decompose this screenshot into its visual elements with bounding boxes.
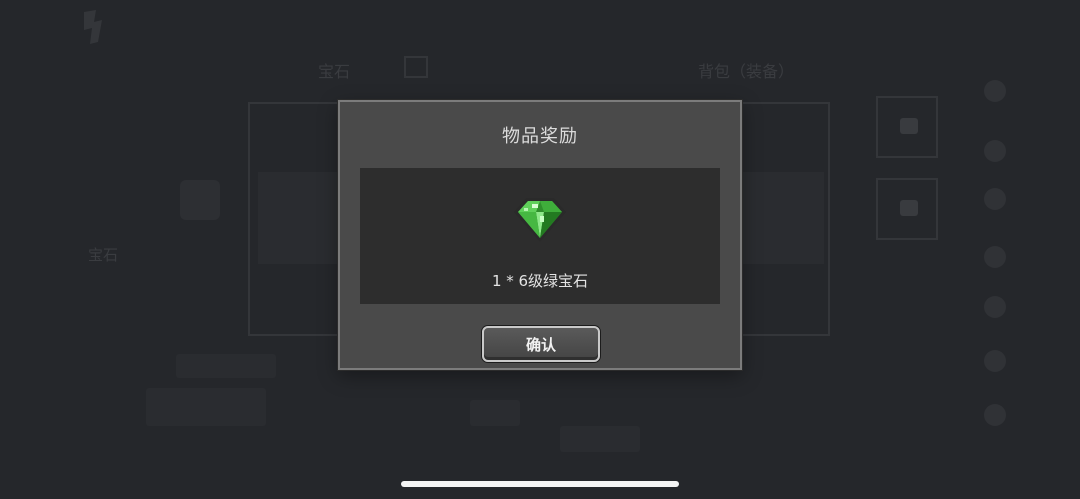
reward-dialog: 物品奖励 1 * 6级绿宝石 确认 [338, 100, 742, 370]
confirm-button[interactable]: 确认 [482, 326, 600, 362]
locked-slot[interactable] [876, 178, 938, 240]
side-label: 宝石 [88, 246, 119, 264]
tab-bag[interactable]: 背包（装备） [698, 58, 794, 82]
background-button[interactable] [470, 400, 520, 426]
side-menu-button[interactable] [978, 296, 1012, 322]
green-gem-icon [510, 194, 570, 246]
side-menu-button[interactable] [978, 246, 1012, 272]
dialog-title: 物品奖励 [502, 126, 578, 147]
locked-slot[interactable] [876, 96, 938, 158]
side-menu-button[interactable] [978, 80, 1012, 106]
game-screen: 宝石 背包（装备） 宝石 物品奖励 1 * 6级绿宝石 确认 [0, 0, 1080, 499]
background-button[interactable] [176, 354, 276, 378]
game-logo [76, 8, 112, 46]
side-menu-button[interactable] [978, 140, 1012, 166]
tab-icon[interactable] [404, 56, 428, 78]
lock-icon [900, 118, 918, 134]
background-button[interactable] [146, 388, 266, 426]
reward-item-box: 1 * 6级绿宝石 [360, 168, 720, 304]
home-indicator[interactable] [401, 481, 679, 487]
side-menu-button[interactable] [978, 188, 1012, 214]
background-button[interactable] [560, 426, 640, 452]
side-menu-button[interactable] [978, 350, 1012, 376]
side-menu-button[interactable] [978, 404, 1012, 430]
lock-icon [900, 200, 918, 216]
reward-text: 1 * 6级绿宝石 [491, 272, 589, 290]
gem-slot[interactable] [180, 180, 220, 220]
tab-gem[interactable]: 宝石 [318, 58, 350, 82]
